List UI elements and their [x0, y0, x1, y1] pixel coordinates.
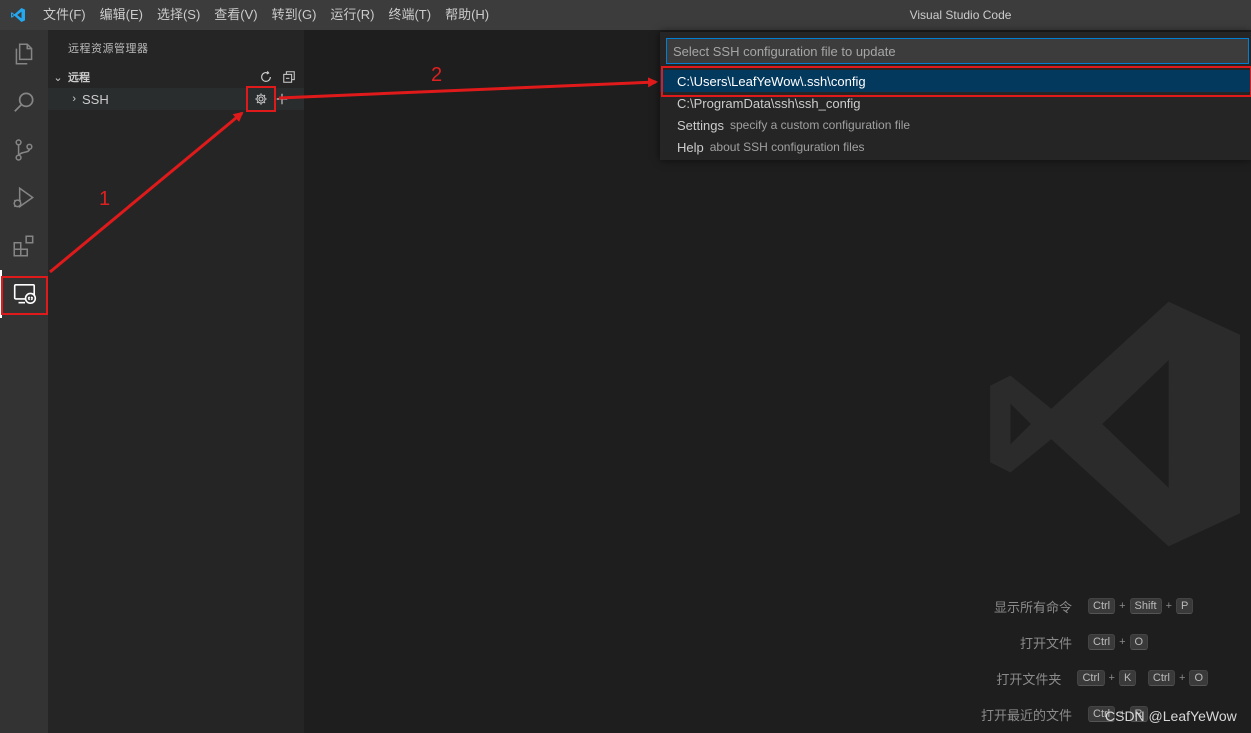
arrow-step-2	[278, 77, 658, 100]
annotation-number-2: 2	[431, 64, 443, 86]
arrow-step-1	[49, 111, 244, 274]
annotation-arrows	[49, 77, 658, 274]
watermark-credit: CSDN @LeafYeWow	[1105, 708, 1237, 724]
annotation-number-1: 1	[99, 188, 111, 210]
